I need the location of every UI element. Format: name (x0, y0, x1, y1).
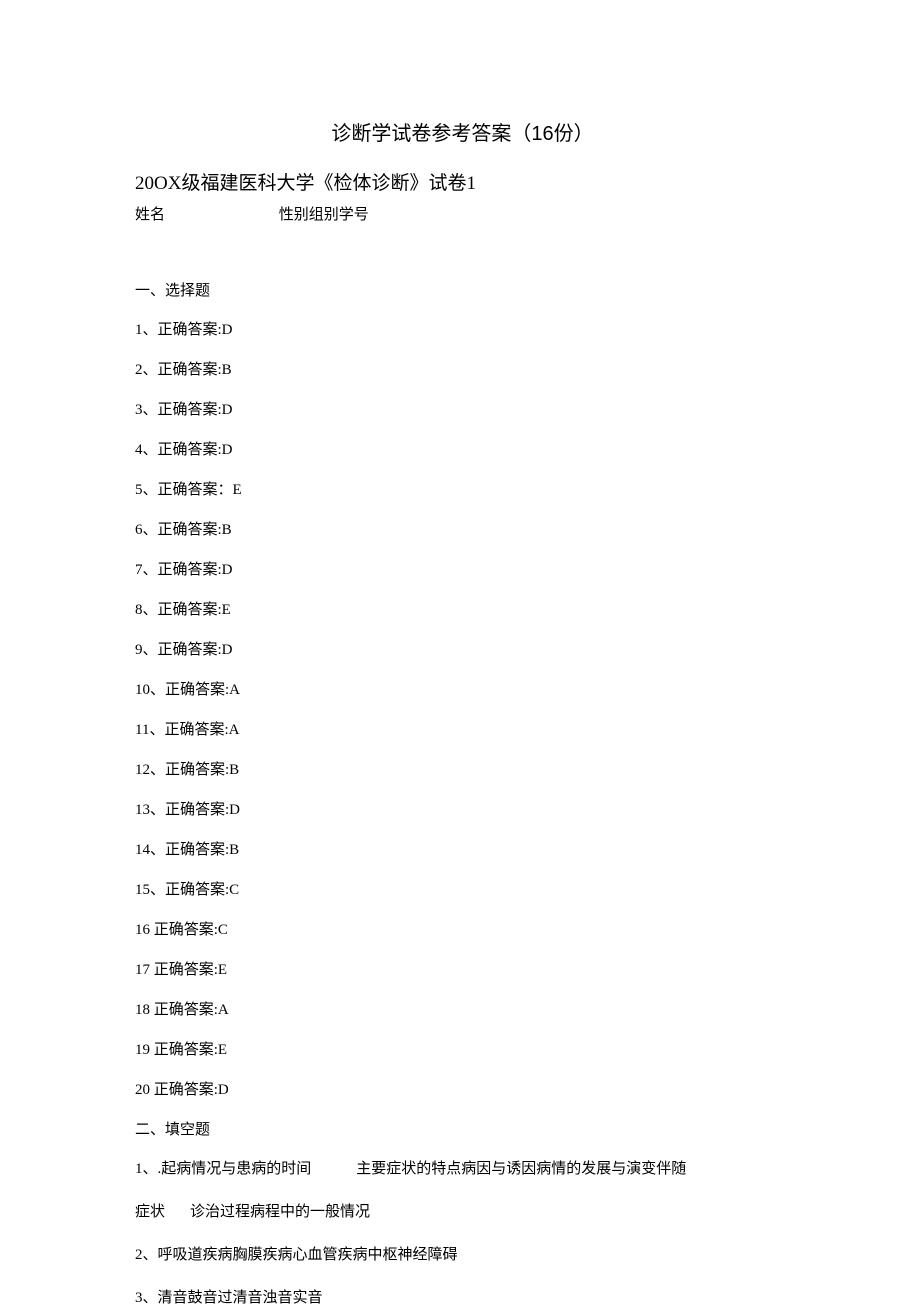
answer-num: 3、 (135, 402, 158, 418)
answer-num: 11、 (135, 722, 164, 738)
fill-text: 主要症状的特点病因与诱因病情的发展与演变伴随 (356, 1161, 686, 1177)
answer-item: 13、正确答案:D (135, 798, 790, 819)
answer-item: 7、正确答案:D (135, 558, 790, 579)
answer-text: 正确答案：E (158, 482, 242, 498)
fill-item-1-line-1: 1、.起病情况与患病的时间 主要症状的特点病因与诱因病情的发展与演变伴随 (135, 1157, 790, 1181)
answer-num: 6、 (135, 522, 158, 538)
answer-num: 8、 (135, 602, 158, 618)
fill-item-2: 2、呼吸道疾病胸膜疾病心血管疾病中枢神经障碍 (135, 1243, 790, 1267)
answer-num: 17 (135, 962, 150, 978)
answer-text: 正确答案:C (165, 882, 239, 898)
answer-num: 4、 (135, 442, 158, 458)
answer-text: 正确答案:B (158, 362, 232, 378)
answer-text: 正确答案:D (158, 562, 233, 578)
answer-text: 正确答案:D (158, 442, 233, 458)
answer-item: 15、正确答案:C (135, 878, 790, 899)
answer-item: 8、正确答案:E (135, 598, 790, 619)
answer-item: 18 正确答案:A (135, 998, 790, 1019)
answer-item: 5、正确答案：E (135, 478, 790, 499)
answer-num: 15、 (135, 882, 165, 898)
answer-item: 16 正确答案:C (135, 918, 790, 939)
answer-text: 正确答案:D (158, 642, 233, 658)
answer-num: 14、 (135, 842, 165, 858)
answer-item: 6、正确答案:B (135, 518, 790, 539)
answer-item: 1、正确答案:D (135, 318, 790, 339)
answer-num: 13、 (135, 802, 165, 818)
answer-text: 正确答案:C (154, 922, 228, 938)
answer-num: 1、 (135, 322, 158, 338)
answer-item: 3、正确答案:D (135, 398, 790, 419)
section-1-header: 一、选择题 (135, 279, 790, 300)
name-label: 姓名 (135, 203, 165, 224)
answer-num: 5、 (135, 482, 158, 498)
answer-text: 正确答案:D (158, 322, 233, 338)
answer-item: 14、正确答案:B (135, 838, 790, 859)
answer-item: 10、正确答案:A (135, 678, 790, 699)
answer-text: 正确答案:E (154, 1042, 227, 1058)
answer-item: 4、正确答案:D (135, 438, 790, 459)
answer-item: 20 正确答案:D (135, 1078, 790, 1099)
answer-num: 12、 (135, 762, 165, 778)
exam-subtitle: 20OX级福建医科大学《检体诊断》试卷1 (135, 168, 790, 195)
answer-num: 18 (135, 1002, 150, 1018)
student-info-line: 姓名 性别组别学号 (135, 203, 790, 224)
fill-text: 症状 (135, 1204, 165, 1220)
answer-text: 正确答案:D (154, 1082, 229, 1098)
answer-item: 9、正确答案:D (135, 638, 790, 659)
answer-num: 7、 (135, 562, 158, 578)
page-title: 诊断学试卷参考答案（16份） (135, 117, 790, 146)
answer-text: 正确答案:A (154, 1002, 229, 1018)
answer-text: 正确答案:D (165, 802, 240, 818)
answer-item: 17 正确答案:E (135, 958, 790, 979)
answer-num: 9、 (135, 642, 158, 658)
fields-label: 性别组别学号 (279, 207, 369, 223)
answer-text: 正确答案:B (165, 762, 239, 778)
answer-text: 正确答案:B (165, 842, 239, 858)
answer-item: 2、正确答案:B (135, 358, 790, 379)
fill-text: 诊治过程病程中的一般情况 (190, 1204, 370, 1220)
answer-text: 正确答案:E (158, 602, 231, 618)
answer-item: 11、正确答案:A (135, 718, 790, 739)
answer-num: 19 (135, 1042, 150, 1058)
answer-item: 12、正确答案:B (135, 758, 790, 779)
fill-item-3: 3、清音鼓音过清音浊音实音 (135, 1286, 790, 1310)
answer-text: 正确答案:D (158, 402, 233, 418)
answer-num: 2、 (135, 362, 158, 378)
answer-text: 正确答案:A (165, 682, 240, 698)
answer-num: 10、 (135, 682, 165, 698)
section-2-header: 二、填空题 (135, 1118, 790, 1139)
answer-num: 16 (135, 922, 150, 938)
answer-text: 正确答案:B (158, 522, 232, 538)
fill-text: 1、.起病情况与患病的时间 (135, 1161, 311, 1177)
answer-num: 20 (135, 1082, 150, 1098)
answer-item: 19 正确答案:E (135, 1038, 790, 1059)
fill-item-1-line-2: 症状 诊治过程病程中的一般情况 (135, 1200, 790, 1224)
answer-text: 正确答案:E (154, 962, 227, 978)
answer-text: 正确答案:A (164, 722, 239, 738)
